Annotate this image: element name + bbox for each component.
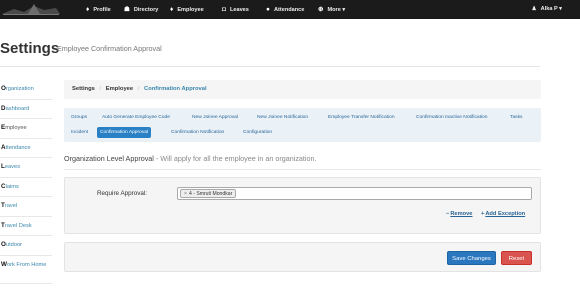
sidebar-item-leaves[interactable]: Leaves [0,158,52,178]
tab-confirmation-notification[interactable]: Confirmation Notification [168,127,227,138]
user-icon: ♦ [86,6,90,13]
tab-incident[interactable]: Incident [68,127,91,138]
require-approval-label: Require Approval: [97,190,148,197]
breadcrumb-settings[interactable]: Settings [72,86,95,92]
user-icon: ♟ [531,6,537,12]
company-logo[interactable] [0,0,62,19]
section-divider [64,169,541,170]
add-exception-link[interactable]: +Add Exception [481,211,525,217]
tab-configuration[interactable]: Configuration [240,127,275,138]
sidebar-item-travel[interactable]: Travel [0,197,52,217]
top-navbar: ♦ Profile ☗ Directory ♦ Employee ◘ Leaves ● A… [0,0,580,19]
nav-more[interactable]: ⊕ More ▾ [318,0,345,19]
approver-select[interactable]: × 4 - Smruti Mondkar [177,187,532,200]
tab-confirmation-inactive-notification[interactable]: Confirmation Inactive Notification [413,112,491,123]
plus-icon: + [481,211,485,217]
section-hint: - Will apply for all the employee in an … [153,154,317,163]
nav-leaves[interactable]: ◘ Leaves [222,0,249,19]
tab-groups[interactable]: Groups [68,112,90,123]
tab-new-joinee-approval[interactable]: New Joinee Approval [189,112,241,123]
nav-profile[interactable]: ♦ Profile [86,0,111,19]
minus-icon: − [446,211,450,217]
tab-auto-generate-employee-code[interactable]: Auto Generate Employee Code [99,112,173,123]
breadcrumb-employee[interactable]: Employee [106,86,133,92]
sidebar-item-work-from-home[interactable]: Work From Home [0,256,52,284]
plus-circle-icon: ⊕ [318,6,324,13]
tab-tasks[interactable]: Tasks [507,112,526,123]
nav-attendance[interactable]: ● Attendance [266,0,304,19]
sidebar-item-claims[interactable]: Claims [0,178,52,197]
sidebar-item-employee[interactable]: Employee [0,119,52,139]
tab-employee-transfer-notification[interactable]: Employee Transfer Notification [325,112,398,123]
sidebar-item-attendance[interactable]: Attendance [0,139,52,158]
chip-remove-icon[interactable]: × [184,191,187,197]
user-menu[interactable]: ♟ Alka P ▾ [532,0,562,19]
settings-sidebar: Organization Dashboard Employee Attendan… [0,80,52,284]
header-divider [0,66,540,67]
sidebar-item-dashboard[interactable]: Dashboard [0,100,52,119]
breadcrumb-separator: / [99,86,102,92]
user-icon: ♦ [170,6,174,13]
nav-employee[interactable]: ♦ Employee [170,0,204,19]
reset-button[interactable]: Reset [501,251,532,265]
nav-directory[interactable]: ☗ Directory [124,0,158,19]
page-subtitle: Employee Confirmation Approval [57,44,162,53]
breadcrumb-separator: / [137,86,140,92]
breadcrumb: Settings / Employee / Confirmation Appro… [64,80,541,99]
sidebar-item-organization[interactable]: Organization [0,80,52,100]
camera-icon: ◘ [222,6,226,13]
clock-icon: ● [266,6,270,13]
tab-confirmation-approval[interactable]: Confirmation Approval [97,127,152,138]
page-title: Settings [0,40,60,57]
tab-new-joinee-notification[interactable]: New Joinee Notification [254,112,311,123]
group-icon: ☗ [124,6,130,13]
sidebar-item-travel-desk[interactable]: Travel Desk [0,217,52,236]
remove-link[interactable]: −Remove [446,211,472,217]
breadcrumb-current: Confirmation Approval [144,86,207,92]
settings-tabs: Groups Auto Generate Employee Code New J… [64,108,541,142]
save-changes-button[interactable]: Save Changes [447,251,496,265]
approval-form: Require Approval: × 4 - Smruti Mondkar −R… [64,177,541,234]
approver-chip: × 4 - Smruti Mondkar [180,189,237,198]
form-actions: Save Changes Reset [64,242,541,272]
sidebar-item-outdoor[interactable]: Outdoor [0,236,52,256]
section-heading: Organization Level Approval - Will apply… [64,154,317,163]
